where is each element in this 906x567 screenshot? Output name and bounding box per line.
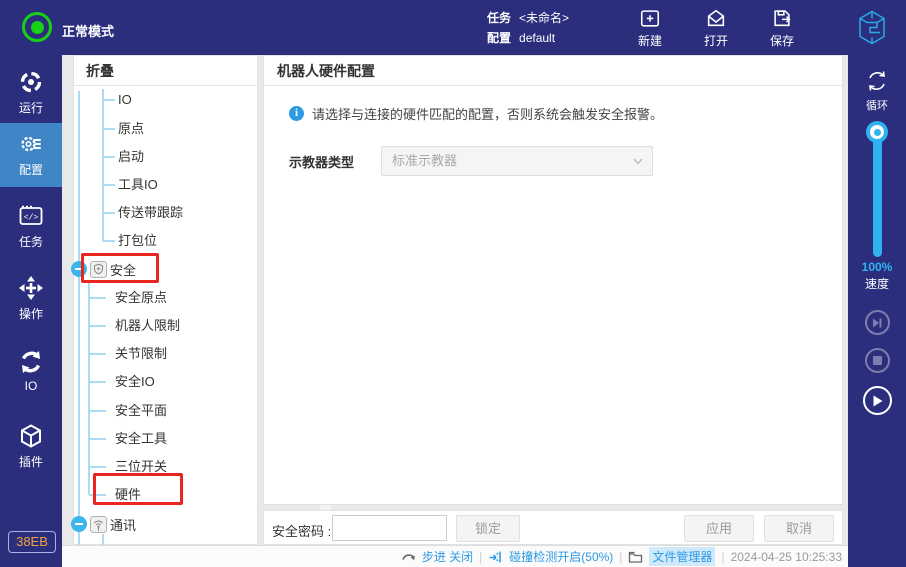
- loop-button[interactable]: 循环: [848, 68, 906, 113]
- top-bar: 正常模式 任务 <未命名> 配置 default 新建 打开 保存: [0, 0, 906, 55]
- config-value: default: [519, 31, 555, 45]
- task-value: <未命名>: [519, 11, 569, 25]
- speed-label: 速度: [848, 275, 906, 292]
- lock-button[interactable]: 锁定: [456, 515, 520, 542]
- password-input[interactable]: [332, 515, 447, 541]
- tree-item-conveyor-tracking[interactable]: 传送带跟踪: [118, 204, 183, 222]
- task-config-block: 任务 <未命名> 配置 default: [487, 8, 569, 48]
- antenna-icon: [90, 516, 107, 533]
- sidebar-item-plugin[interactable]: 插件: [0, 415, 62, 471]
- password-label: 安全密码 :: [272, 521, 331, 540]
- config-tree-panel: 折叠 IO 原点 启动 工具IO 传送带跟踪 打包位 安全 安全原点 机器人限制…: [73, 55, 258, 545]
- gear-icon: [18, 131, 44, 157]
- speed-percent: 100%: [848, 260, 906, 274]
- run-target-icon: [18, 69, 44, 95]
- right-control-panel: 循环 100% 速度: [848, 55, 906, 567]
- svg-text:</>: </>: [24, 214, 39, 223]
- tree-item-safety-plane[interactable]: 安全平面: [115, 402, 167, 420]
- hardware-config-panel: 机器人硬件配置 i 请选择与连接的硬件匹配的配置，否则系统会触发安全报警。 示教…: [263, 55, 843, 505]
- play-button[interactable]: [863, 386, 892, 415]
- tree-item-safe-home[interactable]: 安全原点: [115, 289, 167, 307]
- tree-item-io[interactable]: IO: [118, 91, 132, 109]
- status-badge: 38EB: [8, 531, 56, 553]
- mode-label: 正常模式: [62, 21, 114, 40]
- play-icon: [872, 395, 883, 407]
- tree-item-hardware[interactable]: 硬件: [115, 486, 141, 504]
- step-status[interactable]: 步进 关闭: [422, 548, 473, 565]
- stop-icon: [873, 356, 882, 365]
- tree-item-robot-limits[interactable]: 机器人限制: [115, 317, 180, 335]
- task-label: 任务: [487, 11, 511, 25]
- apply-button[interactable]: 应用: [684, 515, 754, 542]
- tree-node-comm[interactable]: 通讯: [71, 514, 136, 534]
- move-arrows-icon: [18, 275, 44, 301]
- io-cycle-icon: [18, 349, 44, 375]
- tree-item-origin[interactable]: 原点: [118, 120, 144, 138]
- sidebar-item-task[interactable]: </> 任务: [0, 195, 62, 251]
- step-forward-button[interactable]: [865, 310, 890, 335]
- tree-item-three-position-switch[interactable]: 三位开关: [115, 458, 167, 476]
- page-title: 机器人硬件配置: [264, 56, 842, 86]
- file-manager-icon: [628, 550, 643, 564]
- new-button[interactable]: 新建: [629, 7, 671, 49]
- new-file-icon: [639, 7, 661, 29]
- cancel-button[interactable]: 取消: [764, 515, 834, 542]
- tree-header[interactable]: 折叠: [74, 56, 257, 86]
- collapse-toggle-icon[interactable]: [71, 261, 87, 277]
- left-sidebar: 运行 配置 </> 任务 操作 IO 插件 38EB: [0, 55, 62, 567]
- timestamp: 2024-04-25 10:25:33: [731, 550, 842, 564]
- tree-root-line: [78, 91, 80, 546]
- stop-button[interactable]: [865, 348, 890, 373]
- collision-status[interactable]: 碰撞检测开启(50%): [509, 548, 613, 565]
- open-button[interactable]: 打开: [695, 7, 737, 49]
- step-arrow-icon: [401, 550, 416, 564]
- brand-logo-icon: [856, 9, 888, 46]
- status-bar: 步进 关闭 | 碰撞检测开启(50%) | 文件管理器 | 2024-04-25…: [62, 545, 848, 567]
- info-message: i 请选择与连接的硬件匹配的配置，否则系统会触发安全报警。: [289, 104, 663, 123]
- chevron-down-icon: [632, 156, 644, 166]
- speed-slider-track[interactable]: [873, 135, 882, 257]
- open-folder-icon: [705, 7, 727, 29]
- tree-group1-line: [102, 89, 104, 241]
- tree-item-tool-io[interactable]: 工具IO: [118, 176, 158, 194]
- pendant-type-field: 示教器类型 标准示教器: [289, 146, 653, 176]
- safety-password-bar: 安全密码 : 锁定 应用 取消: [263, 510, 843, 545]
- collapse-toggle-icon[interactable]: [71, 516, 87, 532]
- tree-item-startup[interactable]: 启动: [118, 148, 144, 166]
- shield-plus-icon: [90, 261, 107, 278]
- sidebar-item-io[interactable]: IO: [0, 341, 62, 397]
- sidebar-item-config[interactable]: 配置: [0, 123, 62, 187]
- sidebar-item-operate[interactable]: 操作: [0, 267, 62, 323]
- speed-slider-knob[interactable]: [866, 121, 888, 143]
- tree-item-joint-limits[interactable]: 关节限制: [115, 345, 167, 363]
- skip-to-end-icon: [872, 318, 883, 328]
- code-window-icon: </>: [18, 203, 44, 229]
- tree-item-safety-io[interactable]: 安全IO: [115, 373, 155, 391]
- save-button[interactable]: 保存: [761, 7, 803, 49]
- config-label: 配置: [487, 31, 511, 45]
- app-window: 正常模式 任务 <未命名> 配置 default 新建 打开 保存 运行: [0, 0, 906, 567]
- tree-item-safety-tool[interactable]: 安全工具: [115, 430, 167, 448]
- pendant-type-label: 示教器类型: [289, 152, 381, 171]
- file-manager-link[interactable]: 文件管理器: [649, 547, 715, 566]
- mode-indicator-icon: [22, 12, 52, 42]
- sidebar-item-run[interactable]: 运行: [0, 61, 62, 117]
- collision-icon: [488, 550, 503, 564]
- save-icon: [771, 7, 793, 29]
- loop-icon: [864, 68, 890, 94]
- info-icon: i: [289, 106, 304, 121]
- tree-node-safety[interactable]: 安全: [71, 259, 136, 279]
- pendant-type-select[interactable]: 标准示教器: [381, 146, 653, 176]
- cube-icon: [18, 423, 44, 449]
- tree-group2-line: [88, 282, 90, 495]
- tree-item-pack-position[interactable]: 打包位: [118, 232, 157, 250]
